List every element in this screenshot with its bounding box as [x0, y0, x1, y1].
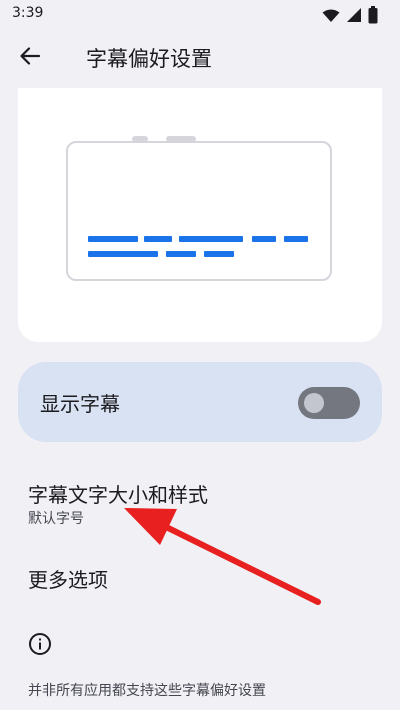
- caption-sample-line: [252, 236, 276, 242]
- app-bar: 字幕偏好设置: [0, 30, 400, 86]
- switch-thumb: [304, 393, 324, 413]
- caption-size-style-title: 字幕文字大小和样式: [28, 483, 208, 507]
- show-captions-label: 显示字幕: [40, 392, 120, 416]
- status-time: 3:39: [12, 5, 44, 21]
- status-bar: 3:39: [0, 0, 400, 30]
- more-options-item[interactable]: 更多选项: [28, 567, 328, 593]
- wifi-icon: [322, 8, 340, 27]
- show-captions-switch[interactable]: [298, 387, 360, 419]
- caption-sample-line: [179, 236, 243, 242]
- show-captions-row[interactable]: 显示字幕: [18, 362, 382, 442]
- caption-preview-frame: [66, 141, 332, 281]
- caption-size-style-item[interactable]: 字幕文字大小和样式 默认字号: [28, 482, 328, 528]
- caption-size-style-subtitle: 默认字号: [28, 511, 84, 527]
- signal-icon: [346, 7, 362, 27]
- info-icon: [28, 632, 52, 656]
- caption-sample-line: [88, 236, 138, 242]
- caption-sample-line: [284, 236, 308, 242]
- battery-icon: [368, 6, 378, 28]
- arrow-back-icon: [19, 45, 41, 71]
- more-options-title: 更多选项: [28, 568, 108, 592]
- page-title: 字幕偏好设置: [86, 47, 212, 71]
- back-button[interactable]: [14, 42, 46, 74]
- caption-sample-line: [204, 251, 234, 257]
- caption-sample-line: [166, 251, 196, 257]
- caption-sample-line: [88, 251, 158, 257]
- status-icons: [322, 6, 378, 28]
- caption-sample-line: [144, 236, 172, 242]
- footer-note: 并非所有应用都支持这些字幕偏好设置: [28, 683, 266, 699]
